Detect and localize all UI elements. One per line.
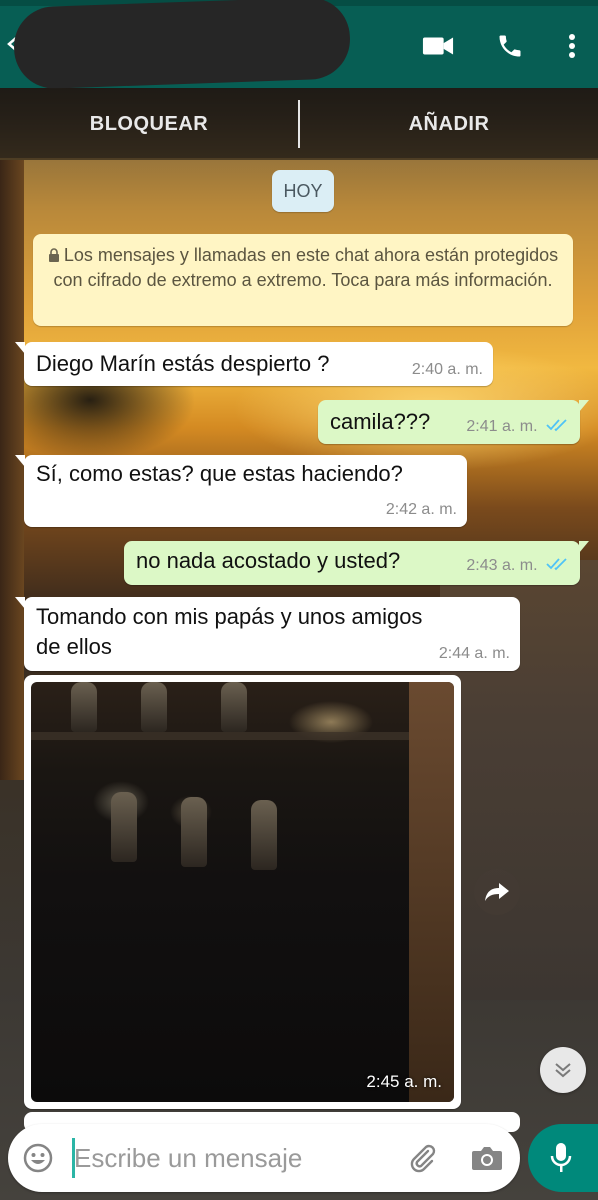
message-text: Diego Marín estás despierto ?	[36, 351, 330, 376]
bubble-tail	[579, 400, 589, 412]
photo-message[interactable]: 2:45 a. m.	[24, 675, 461, 1109]
encryption-notice[interactable]: Los mensajes y llamadas en este chat aho…	[33, 234, 573, 326]
more-vert-icon[interactable]	[556, 30, 588, 62]
forward-button[interactable]	[474, 869, 520, 915]
mic-button[interactable]	[528, 1124, 598, 1192]
message-text: no nada acostado y usted?	[136, 548, 401, 573]
bubble-tail	[579, 541, 589, 553]
message-time: 2:45 a. m.	[366, 1072, 442, 1091]
bubble-tail	[15, 597, 25, 609]
message-text-line-1: Tomando con mis papás y unos amigos	[36, 604, 423, 629]
message-input[interactable]	[74, 1134, 394, 1182]
bubble-tail	[15, 455, 25, 467]
photo-thumbnail[interactable]: 2:45 a. m.	[31, 682, 454, 1102]
wallpaper-pole	[0, 160, 24, 780]
forward-icon	[485, 883, 509, 901]
photo-bottle	[111, 792, 137, 862]
mic-icon	[550, 1143, 572, 1172]
paperclip-icon[interactable]	[406, 1142, 438, 1174]
chat-header	[0, 0, 598, 90]
chevrons-down-icon	[555, 1063, 571, 1078]
message-text: camila???	[330, 409, 431, 434]
message-text-line-2: de ellos	[36, 634, 112, 659]
message-time: 2:41 a. m.	[466, 418, 538, 435]
message-time: 2:42 a. m.	[385, 501, 457, 518]
photo-bottle	[221, 682, 247, 732]
photo-bottle	[181, 797, 207, 867]
camera-icon[interactable]	[470, 1142, 504, 1174]
encryption-notice-text: Los mensajes y llamadas en este chat aho…	[53, 245, 559, 290]
message-bubble-outgoing[interactable]: no nada acostado y usted? 2:43 a. m.	[124, 541, 589, 585]
block-button[interactable]: BLOQUEAR	[0, 113, 298, 136]
add-contact-button[interactable]: AÑADIR	[300, 113, 598, 136]
photo-bottle	[251, 800, 277, 870]
message-bubble-incoming[interactable]: Diego Marín estás despierto ? 2:40 a. m.	[15, 342, 493, 386]
double-check-icon	[546, 558, 567, 571]
message-time: 2:40 a. m.	[411, 361, 483, 378]
message-bubble-incoming[interactable]: Tomando con mis papás y unos amigos de e…	[15, 597, 520, 671]
photo-brick-floor	[409, 682, 454, 1102]
video-call-icon[interactable]	[422, 30, 454, 62]
date-separator: HOY	[272, 170, 334, 212]
message-time: 2:44 a. m.	[438, 645, 510, 662]
unknown-contact-action-bar: BLOQUEAR AÑADIR	[0, 88, 598, 160]
message-bubble-incoming[interactable]: Sí, como estas? que estas haciendo? 2:42…	[15, 455, 467, 527]
bubble-tail	[15, 342, 25, 354]
lock-icon	[48, 248, 59, 262]
photo-bottle	[141, 682, 167, 732]
photo-bottle	[71, 682, 97, 732]
double-check-icon	[546, 419, 567, 432]
message-bubble-outgoing[interactable]: camila??? 2:41 a. m.	[318, 400, 589, 444]
message-time: 2:43 a. m.	[466, 557, 538, 574]
photo-crate-edge	[31, 732, 411, 740]
phone-icon[interactable]	[494, 30, 526, 62]
emoji-icon[interactable]	[22, 1142, 54, 1174]
message-text: Sí, como estas? que estas haciendo?	[36, 461, 403, 486]
scroll-to-bottom-button[interactable]	[540, 1047, 586, 1093]
message-composer	[8, 1124, 520, 1192]
contact-name-redaction[interactable]	[12, 0, 352, 90]
